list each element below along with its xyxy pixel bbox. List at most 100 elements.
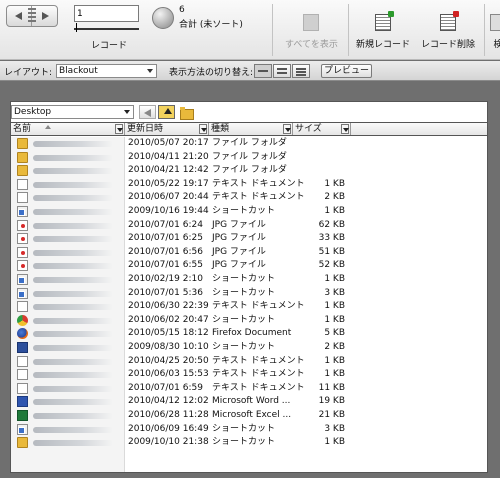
file-size: 1 KB — [324, 437, 345, 448]
table-row[interactable]: 2010/06/07 20:44 テキスト ドキュメント 2 KB — [11, 191, 487, 204]
toolbar-separator — [484, 4, 485, 56]
excel-document-icon — [17, 410, 28, 421]
column-dropdown-icon[interactable] — [115, 124, 123, 134]
find-icon — [490, 14, 500, 31]
table-row[interactable]: 2009/10/16 19:44 ショートカット 1 KB — [11, 205, 487, 218]
text-document-icon — [17, 369, 28, 381]
table-row[interactable]: 2010/06/30 22:39 テキスト ドキュメント 1 KB — [11, 300, 487, 313]
up-folder-button[interactable] — [158, 105, 175, 119]
redacted-filename — [33, 385, 113, 392]
redacted-filename — [33, 290, 113, 297]
table-row[interactable]: 2010/05/07 20:17 ファイル フォルダ — [11, 137, 487, 150]
column-header-label: 名前 — [13, 124, 32, 134]
table-row[interactable]: 2010/04/11 21:20 ファイル フォルダ — [11, 151, 487, 164]
table-row[interactable]: 2010/04/12 12:02 Microsoft Word ... 19 KB — [11, 395, 487, 408]
table-row[interactable]: 2010/07/01 6:59 テキスト ドキュメント 11 KB — [11, 382, 487, 395]
view-as-table-button[interactable] — [292, 64, 310, 78]
back-button[interactable] — [139, 105, 156, 119]
redacted-filename — [33, 249, 113, 256]
table-row[interactable]: 2010/06/02 20:47 ショートカット 1 KB — [11, 314, 487, 327]
file-modified-date: 2010/05/15 18:12 — [128, 328, 209, 339]
new-record-button[interactable]: 新規レコード — [356, 11, 411, 50]
table-row[interactable]: 2010/07/01 6:55 JPG ファイル 52 KB — [11, 259, 487, 272]
record-slider-thumb[interactable] — [76, 23, 77, 32]
file-size: 2 KB — [324, 342, 345, 352]
file-modified-date: 2009/10/16 19:44 — [128, 206, 209, 216]
record-book-navigator[interactable] — [6, 5, 58, 27]
record-slider-track[interactable] — [74, 28, 139, 30]
file-modified-date: 2010/07/01 6:56 — [128, 246, 203, 257]
file-size: 1 KB — [324, 274, 345, 284]
file-kind: ファイル フォルダ — [212, 165, 287, 176]
file-modified-date: 2010/05/07 20:17 — [128, 138, 209, 148]
file-kind: ショートカット — [212, 274, 276, 284]
path-select[interactable]: Desktop — [11, 105, 134, 119]
record-label: レコード — [91, 41, 128, 51]
file-modified-date: 2010/06/02 20:47 — [128, 314, 209, 325]
redacted-filename — [33, 141, 113, 147]
file-size: 2 KB — [324, 192, 345, 203]
file-kind: テキスト ドキュメント — [212, 355, 305, 366]
file-kind: Microsoft Excel ... — [212, 410, 292, 420]
shortcut-icon — [17, 274, 28, 285]
table-row[interactable]: 2010/07/01 5:36 ショートカット 3 KB — [11, 287, 487, 300]
file-size: 51 KB — [318, 246, 345, 257]
table-row[interactable]: 2010/06/28 11:28 Microsoft Excel ... 21 KB — [11, 409, 487, 422]
show-all-button[interactable]: すべてを表示 — [285, 14, 338, 50]
layout-select[interactable]: Blackout — [56, 64, 157, 78]
column-header-label: 種類 — [211, 124, 230, 134]
redacted-filename — [33, 413, 113, 419]
table-row[interactable]: 2010/06/03 15:53 テキスト ドキュメント 1 KB — [11, 368, 487, 381]
redacted-filename — [33, 304, 113, 311]
layout-bar: レイアウト: Blackout 表示方法の切り替え: プレビュー — [0, 61, 500, 81]
column-header-size[interactable]: サイズ — [293, 123, 351, 135]
file-modified-date: 2009/08/30 10:10 — [128, 342, 209, 352]
redacted-filename — [33, 440, 113, 447]
delete-record-button[interactable]: レコード削除 — [421, 11, 475, 50]
new-record-label: 新規レコード — [356, 40, 411, 50]
delete-record-icon — [440, 11, 459, 31]
list-view-icon — [277, 72, 287, 74]
table-row[interactable]: 2010/04/21 12:42 ファイル フォルダ — [11, 164, 487, 177]
file-modified-date: 2010/06/09 16:49 — [128, 423, 209, 434]
table-row[interactable]: 2010/05/22 19:17 テキスト ドキュメント 1 KB — [11, 178, 487, 191]
table-row[interactable]: 2010/05/15 18:12 Firefox Document 5 KB — [11, 327, 487, 340]
folder-icon[interactable] — [177, 105, 194, 120]
table-row[interactable]: 2009/10/10 21:38 ショートカット 1 KB — [11, 436, 487, 449]
table-row[interactable]: 2010/07/01 6:56 JPG ファイル 51 KB — [11, 246, 487, 259]
file-kind: JPG ファイル — [212, 233, 266, 244]
column-dropdown-icon[interactable] — [283, 124, 291, 134]
view-as-list-button[interactable] — [273, 64, 291, 78]
folder-icon — [17, 151, 28, 163]
column-header-kind[interactable]: 種類 — [209, 123, 293, 135]
shortcut-icon — [17, 287, 28, 299]
file-size: 1 KB — [324, 206, 345, 216]
path-bar: Desktop — [11, 102, 487, 120]
next-record-button[interactable] — [32, 6, 57, 26]
table-row[interactable]: 2010/07/01 6:24 JPG ファイル 62 KB — [11, 219, 487, 232]
view-as-form-button[interactable] — [254, 64, 272, 78]
layout-select-value: Blackout — [59, 66, 98, 76]
table-row[interactable]: 2010/02/19 2:10 ショートカット 1 KB — [11, 273, 487, 286]
file-size: 5 KB — [324, 328, 345, 339]
table-row[interactable]: 2010/06/09 16:49 ショートカット 3 KB — [11, 423, 487, 436]
preview-button[interactable]: プレビュー — [321, 64, 372, 78]
column-dropdown-icon[interactable] — [199, 124, 207, 134]
find-button[interactable]: 検 — [490, 14, 500, 50]
table-row[interactable]: 2010/04/25 20:50 テキスト ドキュメント 1 KB — [11, 355, 487, 368]
file-modified-date: 2010/06/07 20:44 — [128, 192, 209, 203]
form-view-icon — [258, 70, 268, 72]
jpg-file-icon — [17, 260, 28, 272]
column-dropdown-icon[interactable] — [341, 124, 349, 134]
file-size: 1 KB — [324, 314, 345, 325]
column-header-date[interactable]: 更新日時 — [125, 123, 209, 135]
file-size: 21 KB — [318, 410, 345, 420]
table-row[interactable]: 2010/07/01 6:25 JPG ファイル 33 KB — [11, 232, 487, 245]
current-record-input[interactable] — [74, 5, 139, 22]
column-header-name[interactable]: 名前 — [11, 123, 125, 135]
toolbar-separator — [272, 4, 273, 56]
table-row[interactable]: 2009/08/30 10:10 ショートカット 2 KB — [11, 341, 487, 354]
file-modified-date: 2010/07/01 6:59 — [128, 382, 203, 393]
redacted-filename — [33, 399, 113, 406]
text-document-icon — [17, 178, 28, 190]
